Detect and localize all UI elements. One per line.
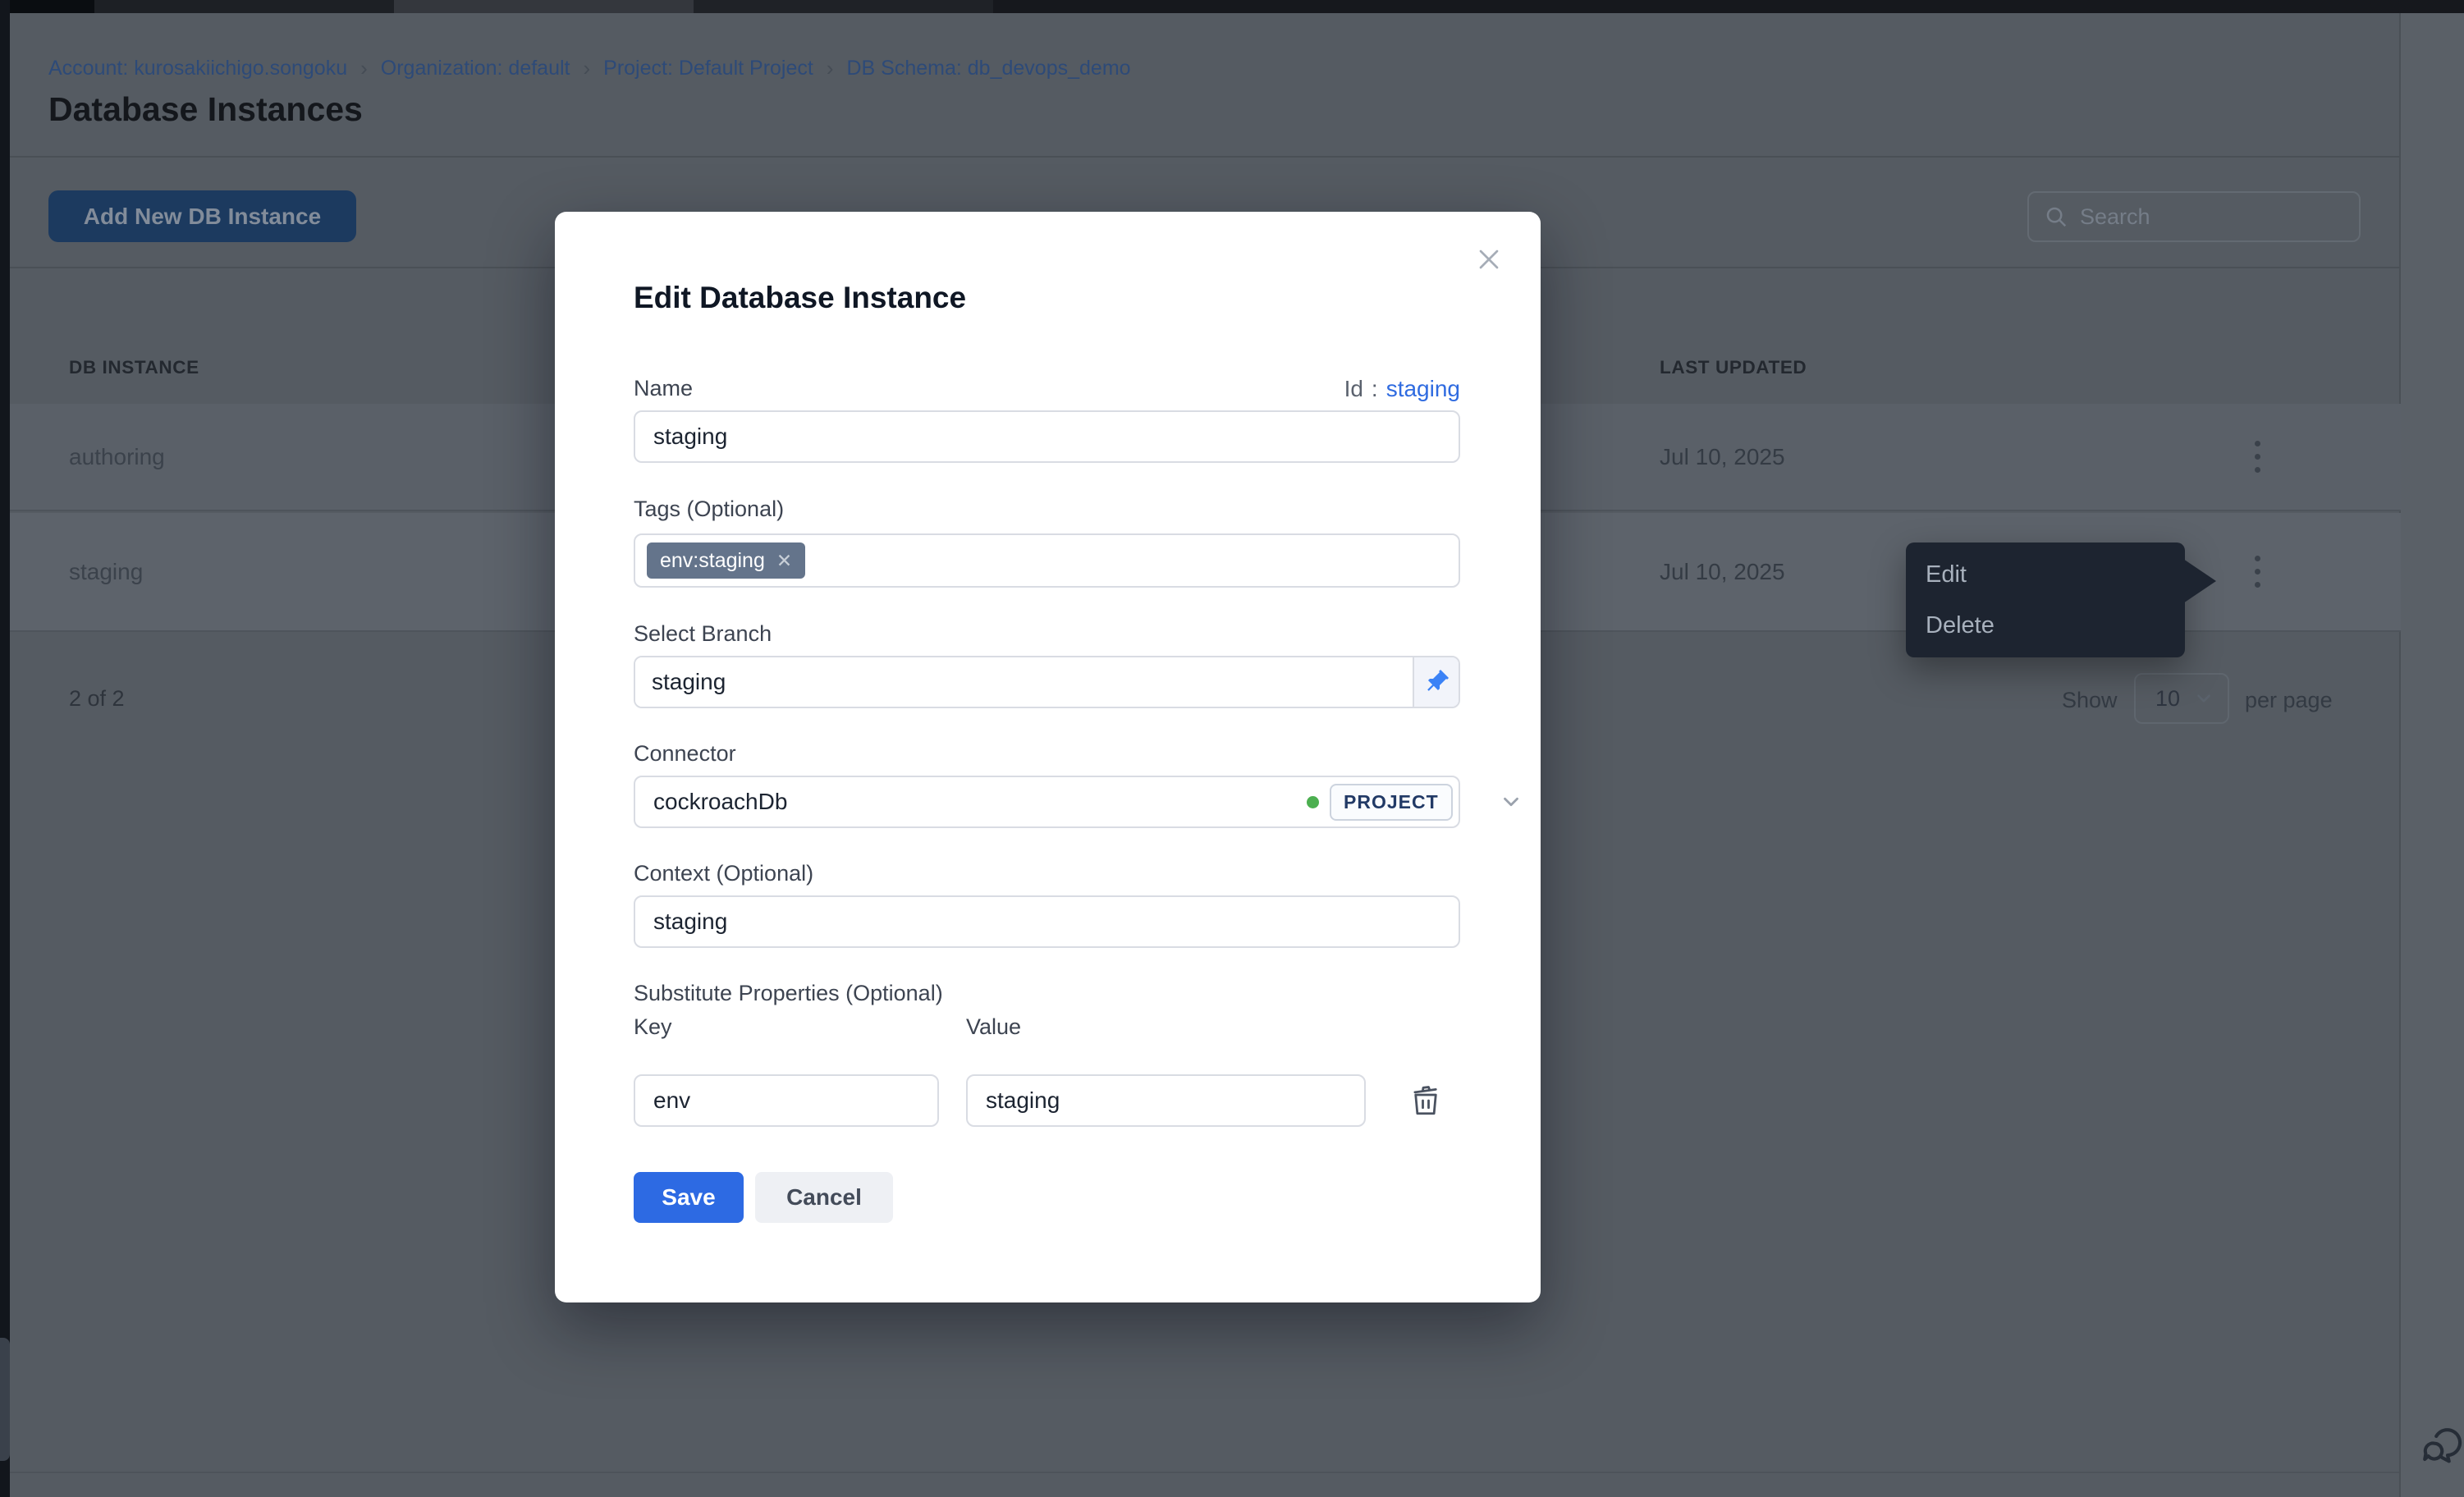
- last-updated-cell: Jul 10, 2025: [1660, 559, 1785, 585]
- breadcrumb-account-link[interactable]: Account: kurosakiichigo.songoku: [48, 57, 347, 80]
- close-icon[interactable]: [1471, 241, 1507, 277]
- trash-icon: [1408, 1083, 1443, 1118]
- page-size-select[interactable]: 10: [2134, 673, 2229, 724]
- add-db-instance-button[interactable]: Add New DB Instance: [48, 190, 356, 242]
- tag-chip-text: env:staging: [660, 549, 765, 573]
- pushpin-icon: [1422, 668, 1450, 696]
- row-count-text: 2 of 2: [69, 686, 125, 712]
- edge-handle: [0, 1338, 10, 1461]
- breadcrumb-project-link[interactable]: Project: Default Project: [603, 57, 813, 80]
- support-chat-icon[interactable]: [2418, 1423, 2464, 1471]
- breadcrumb: Account: kurosakiichigo.songoku › Organi…: [48, 56, 1131, 81]
- id-value-link[interactable]: staging: [1386, 376, 1460, 402]
- breadcrumb-separator: ›: [360, 56, 368, 81]
- branch-input[interactable]: [635, 657, 1413, 707]
- substitute-value-input[interactable]: [966, 1074, 1366, 1127]
- remove-tag-icon[interactable]: ✕: [776, 550, 792, 572]
- context-input[interactable]: [634, 895, 1460, 948]
- id-label: Id: [1344, 376, 1363, 402]
- page-title: Database Instances: [48, 90, 363, 129]
- tab-segment: [694, 0, 993, 13]
- select-branch-label: Select Branch: [634, 621, 772, 647]
- divider: [10, 1472, 2399, 1473]
- connector-value: cockroachDb: [653, 789, 787, 815]
- tab-segment: [993, 0, 2464, 13]
- breadcrumb-organization-link[interactable]: Organization: default: [381, 57, 570, 80]
- substitute-key-input[interactable]: [634, 1074, 939, 1127]
- last-updated-cell: Jul 10, 2025: [1660, 444, 1785, 470]
- search-box[interactable]: [2027, 191, 2361, 242]
- chevron-down-icon: [2193, 688, 2214, 709]
- name-input[interactable]: [634, 410, 1460, 463]
- tags-input[interactable]: env:staging ✕: [634, 533, 1460, 588]
- connector-status-dot: [1307, 796, 1319, 808]
- cancel-button[interactable]: Cancel: [755, 1172, 893, 1223]
- context-menu-arrow: [2183, 559, 2216, 603]
- search-input[interactable]: [2080, 204, 2326, 230]
- db-instance-name-cell: authoring: [69, 444, 165, 470]
- row-actions-kebab-icon[interactable]: [2239, 546, 2275, 598]
- key-label: Key: [634, 1014, 672, 1040]
- tags-label: Tags (Optional): [634, 497, 784, 522]
- row-context-menu: Edit Delete: [1906, 542, 2185, 657]
- substitute-properties-label: Substitute Properties (Optional): [634, 981, 943, 1006]
- name-label: Name: [634, 376, 693, 401]
- breadcrumb-separator: ›: [827, 56, 834, 81]
- id-colon: :: [1372, 376, 1378, 402]
- edit-database-instance-modal: Edit Database Instance Name Id : staging…: [555, 212, 1541, 1302]
- show-label: Show: [2062, 688, 2118, 713]
- pin-branch-button[interactable]: [1413, 657, 1459, 707]
- screen: Account: kurosakiichigo.songoku › Organi…: [0, 0, 2464, 1497]
- connector-label: Connector: [634, 741, 736, 767]
- chevron-down-icon: [1499, 790, 1523, 814]
- tab-segment-active: [394, 0, 694, 13]
- delete-substitute-row-button[interactable]: [1407, 1082, 1445, 1119]
- modal-title: Edit Database Instance: [634, 281, 966, 315]
- divider: [10, 156, 2401, 158]
- column-header-last-updated: LAST UPDATED: [1660, 357, 1807, 378]
- tab-segment: [94, 0, 394, 13]
- save-button[interactable]: Save: [634, 1172, 744, 1223]
- tab-segment: [0, 0, 94, 13]
- row-actions-kebab-icon[interactable]: [2239, 431, 2275, 483]
- breadcrumb-separator: ›: [583, 56, 590, 81]
- db-instance-name-cell: staging: [69, 559, 143, 585]
- connector-scope-badge: PROJECT: [1330, 784, 1453, 821]
- connector-select[interactable]: cockroachDb PROJECT: [634, 776, 1460, 828]
- context-label: Context (Optional): [634, 861, 813, 886]
- search-icon: [2044, 204, 2068, 229]
- browser-tab-strip: [0, 0, 2464, 13]
- per-page-label: per page: [2245, 688, 2333, 713]
- context-menu-edit[interactable]: Edit: [1906, 549, 2185, 600]
- window-edge-strip: [0, 0, 10, 1497]
- column-header-db-instance: DB INSTANCE: [69, 357, 199, 378]
- id-row: Id : staging: [1344, 376, 1460, 402]
- value-label: Value: [966, 1014, 1021, 1040]
- context-menu-delete[interactable]: Delete: [1906, 600, 2185, 651]
- page-size-value: 10: [2155, 686, 2180, 712]
- branch-field: [634, 656, 1460, 708]
- tag-chip: env:staging ✕: [647, 542, 805, 579]
- breadcrumb-schema-link[interactable]: DB Schema: db_devops_demo: [847, 57, 1131, 80]
